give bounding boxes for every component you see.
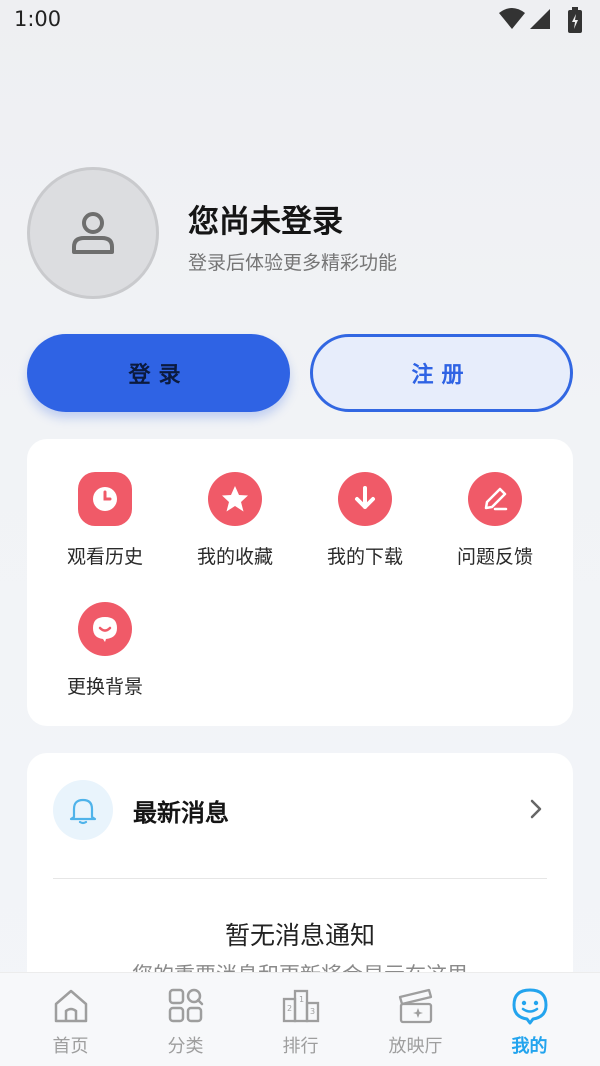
- tab-category[interactable]: 分类: [128, 973, 243, 1066]
- tab-label: 我的: [511, 1036, 548, 1057]
- menu-label: 更换背景: [66, 676, 143, 698]
- svg-text:2: 2: [287, 1004, 292, 1013]
- messages-title: 最新消息: [133, 799, 229, 827]
- signal-icon: [530, 9, 550, 29]
- home-icon: [54, 989, 88, 1023]
- tab-label: 放映厅: [388, 1036, 443, 1057]
- wifi-icon: [499, 8, 525, 29]
- tab-theater[interactable]: 放映厅: [358, 973, 473, 1066]
- svg-text:3: 3: [310, 1007, 315, 1016]
- menu-item-feedback[interactable]: 问题反馈: [430, 472, 560, 572]
- svg-text:1: 1: [299, 995, 304, 1004]
- tab-home[interactable]: 首页: [13, 973, 128, 1066]
- star-icon: [208, 472, 262, 526]
- menu-item-change-background[interactable]: 更换背景: [40, 602, 170, 702]
- user-icon: [72, 212, 114, 254]
- menu-label: 问题反馈: [456, 546, 533, 568]
- menu-label: 观看历史: [66, 546, 143, 568]
- menu-item-downloads[interactable]: 我的下载: [300, 472, 430, 572]
- empty-messages-title: 暂无消息通知: [224, 921, 375, 950]
- clock-icon: [78, 472, 132, 526]
- status-bar: 1:00: [0, 0, 600, 40]
- download-icon: [338, 472, 392, 526]
- bottom-tab-bar: 首页 分类 2 1 3 排行 放映厅 我的: [0, 972, 600, 1066]
- chevron-right-icon[interactable]: [529, 798, 543, 820]
- category-icon: [168, 988, 204, 1023]
- menu-item-favorites[interactable]: 我的收藏: [170, 472, 300, 572]
- battery-icon: [568, 7, 582, 33]
- tab-ranking[interactable]: 2 1 3 排行: [243, 973, 358, 1066]
- tab-label: 首页: [52, 1036, 89, 1057]
- menu-item-watch-history[interactable]: 观看历史: [40, 472, 170, 572]
- profile-face-icon: [512, 988, 548, 1025]
- divider: [53, 878, 547, 879]
- tab-label: 分类: [167, 1036, 204, 1057]
- feature-menu-card: 观看历史 我的收藏 我的下载 问题反馈 更换背景: [27, 439, 573, 726]
- tab-label: 排行: [282, 1036, 319, 1057]
- login-status-subtitle: 登录后体验更多精彩功能: [188, 252, 398, 274]
- menu-label: 我的下载: [326, 546, 403, 568]
- login-status-title: 您尚未登录: [188, 204, 343, 240]
- bell-icon: [53, 780, 113, 840]
- clapper-icon: [398, 988, 433, 1024]
- register-button[interactable]: 注册: [310, 334, 573, 412]
- ranking-icon: 2 1 3: [282, 989, 320, 1023]
- avatar[interactable]: [27, 167, 159, 299]
- pencil-icon: [468, 472, 522, 526]
- menu-label: 我的收藏: [196, 546, 273, 568]
- tab-mine[interactable]: 我的: [472, 973, 587, 1066]
- login-button[interactable]: 登录: [27, 334, 290, 412]
- chat-bubble-icon: [78, 602, 132, 656]
- status-time: 1:00: [14, 7, 62, 31]
